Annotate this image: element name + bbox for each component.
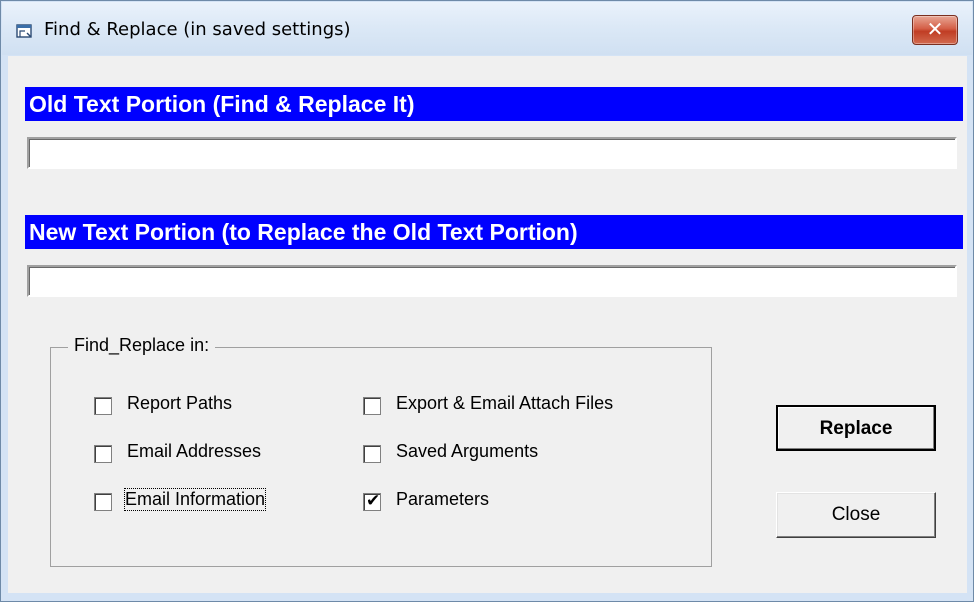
- dialog-client-area: Old Text Portion (Find & Replace It) New…: [8, 56, 967, 593]
- checkmark-icon: ✔: [366, 491, 381, 511]
- new-text-input[interactable]: [27, 265, 957, 297]
- parameters-checkbox[interactable]: ✔: [363, 491, 381, 511]
- email-addresses-checkbox[interactable]: [94, 445, 112, 463]
- old-text-label: Old Text Portion (Find & Replace It): [25, 87, 963, 121]
- report-paths-checkbox[interactable]: [94, 397, 112, 415]
- parameters-label[interactable]: Parameters: [396, 489, 489, 510]
- export-email-attach-checkbox[interactable]: [363, 397, 381, 415]
- group-label: Find_Replace in:: [68, 335, 216, 356]
- email-addresses-label[interactable]: Email Addresses: [127, 441, 261, 462]
- close-icon: ✕: [926, 17, 944, 41]
- close-button[interactable]: Close: [776, 492, 936, 538]
- old-text-input[interactable]: [27, 137, 957, 169]
- export-email-attach-label[interactable]: Export & Email Attach Files: [396, 393, 613, 414]
- report-paths-label[interactable]: Report Paths: [127, 393, 232, 414]
- new-text-label: New Text Portion (to Replace the Old Tex…: [25, 215, 963, 249]
- close-window-button[interactable]: ✕: [912, 15, 958, 45]
- window-title: Find & Replace (in saved settings): [44, 19, 351, 40]
- title-bar[interactable]: Find & Replace (in saved settings) ✕: [2, 2, 972, 55]
- saved-arguments-checkbox[interactable]: [363, 445, 381, 463]
- saved-arguments-label[interactable]: Saved Arguments: [396, 441, 538, 462]
- find-replace-window: Find & Replace (in saved settings) ✕ Old…: [0, 0, 974, 602]
- email-information-checkbox[interactable]: [94, 493, 112, 511]
- window-app-icon: [16, 24, 32, 38]
- replace-button[interactable]: Replace: [776, 405, 936, 451]
- email-information-label[interactable]: Email Information: [123, 488, 267, 511]
